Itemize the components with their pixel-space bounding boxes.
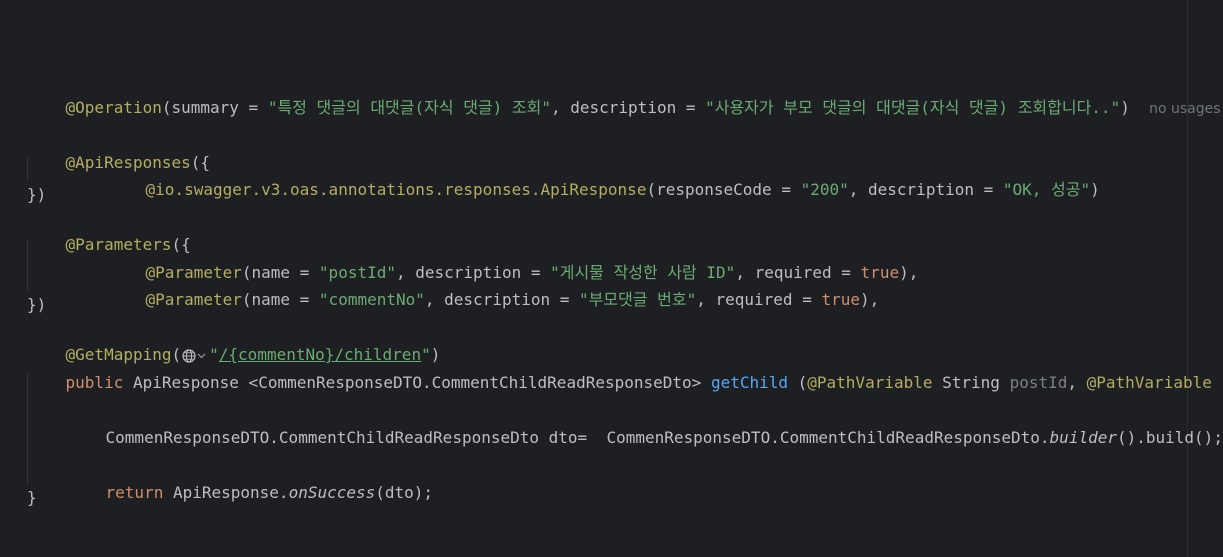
method-name: getChild [710,373,788,392]
keyword: public [65,373,124,392]
annotation: @Parameter [145,290,242,309]
code-line-return: return ApiResponse.onSuccess(dto); [67,460,434,502]
string-literal: "200" [800,180,849,199]
code-text: ) [1090,180,1100,199]
code-text: (dto); [375,483,434,502]
code-text: ), [860,290,880,309]
unused-parameter: postId [1009,373,1068,392]
code-line-parameter-post-id: @Parameter(name = "postId", description … [107,240,919,282]
string-literal: "특정 댓글의 대댓글(자식 댓글) 조회" [267,98,551,117]
code-line-method-signature: public ApiResponse <CommenResponseDTO.Co… [27,350,1212,392]
annotation: @io.swagger.v3.oas.annotations.responses… [145,180,541,199]
code-text: ), [899,263,919,282]
code-text: (name = [241,290,319,309]
string-literal: "부모댓글 번호" [579,290,697,309]
code-line-parameters-close: }) [27,295,47,314]
code-line-closing-brace: } [27,488,37,507]
code-text: ( [788,373,808,392]
code-line-dto-declaration: CommenResponseDTO.CommentChildReadRespon… [67,405,1223,447]
code-line-api-response: @io.swagger.v3.oas.annotations.responses… [107,157,1100,199]
code-text: (summary = [161,98,268,117]
usage-hint[interactable]: no usages [1149,101,1220,117]
code-text: ().build(); [1116,428,1223,447]
code-text: , description = [424,290,580,309]
code-line-api-responses-open: @ApiResponses({ [27,130,211,172]
keyword: true [821,290,860,309]
code-text: String [932,373,1010,392]
code-editor[interactable]: @Operation(summary = "특정 댓글의 대댓글(자식 댓글) … [0,0,1223,557]
keyword: return [105,483,164,502]
string-literal: "commentNo" [318,290,425,309]
string-literal: "사용자가 부모 댓글의 대댓글(자식 댓글) 조회합니다.." [705,98,1121,117]
code-line-get-mapping: @GetMapping("/{commentNo}/children") [27,322,441,364]
annotation: @PathVariable [807,373,933,392]
code-text: , [1067,373,1087,392]
code-text: ) [1120,98,1130,117]
code-text: (responseCode = [646,180,801,199]
code-line-parameter-comment-no: @Parameter(name = "commentNo", descripti… [107,267,880,309]
code-text: ApiResponse <CommenResponseDTO.CommentCh… [123,373,711,392]
code-text: , description = [848,180,1003,199]
code-line-api-responses-close: }) [27,185,47,204]
static-method: builder [1049,428,1117,447]
code-text: ApiResponse. [163,483,289,502]
code-line-parameters-open: @Parameters({ [27,212,191,254]
annotation: @Operation [65,98,162,117]
code-text: , required = [696,290,822,309]
code-text: CommenResponseDTO.CommentChildReadRespon… [105,428,1050,447]
annotation: @PathVariable [1086,373,1212,392]
string-literal: "OK, 성공" [1002,180,1091,199]
code-text: , description = [550,98,706,117]
code-line-operation: @Operation(summary = "특정 댓글의 대댓글(자식 댓글) … [27,75,1221,117]
static-method: onSuccess [288,483,376,502]
annotation: ApiResponse [540,180,647,199]
